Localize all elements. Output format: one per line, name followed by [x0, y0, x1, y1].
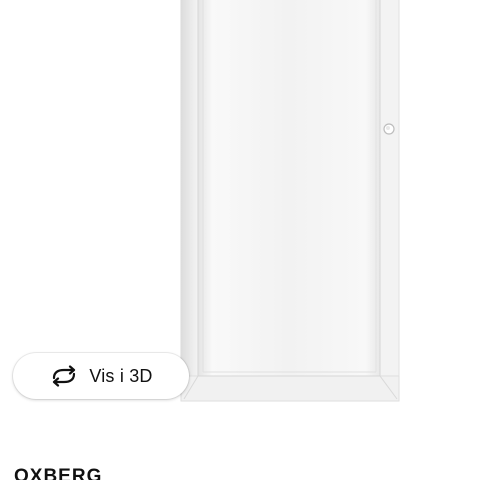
product-name: OXBERG [14, 466, 103, 480]
product-image[interactable] [0, 0, 480, 410]
view-3d-button[interactable]: Vis i 3D [13, 353, 189, 399]
rotate-3d-icon [49, 365, 79, 387]
glass-door-illustration [180, 0, 400, 402]
product-page: Vis i 3D OXBERG [0, 0, 480, 480]
view-3d-label: Vis i 3D [89, 365, 153, 386]
